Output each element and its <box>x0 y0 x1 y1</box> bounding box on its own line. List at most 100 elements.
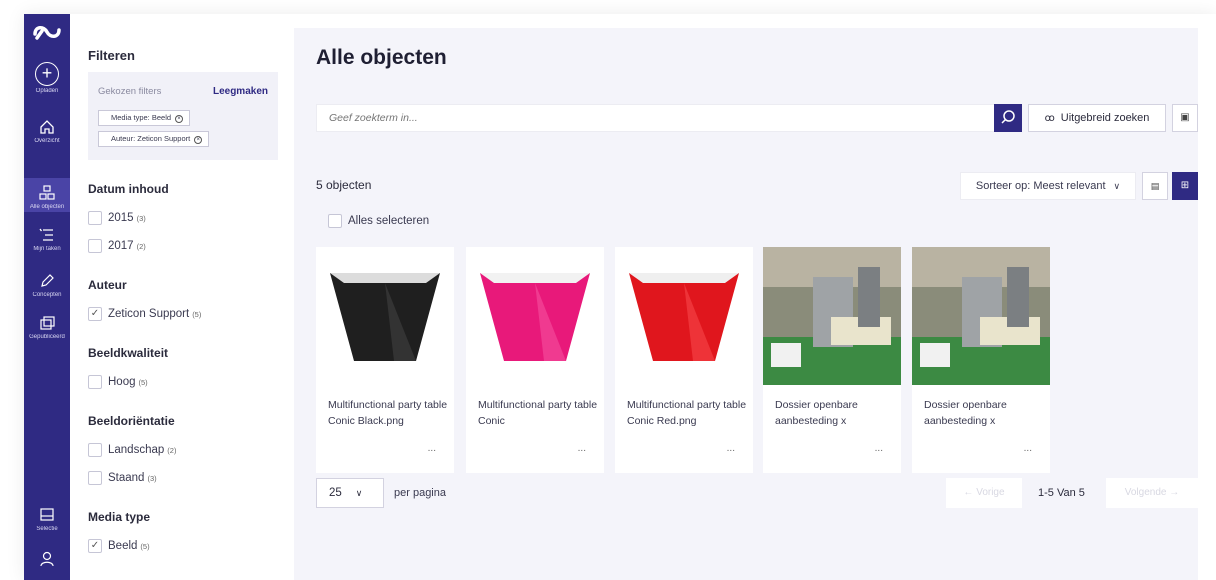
grid-view-icon: ⊞ <box>1180 180 1190 191</box>
checkbox[interactable] <box>88 211 102 225</box>
object-name[interactable]: Dossier openbare aanbesteding x <box>924 397 1044 429</box>
filter-section-title: Media type <box>88 510 151 524</box>
filter-section-title: Auteur <box>88 278 127 292</box>
clear-filters-link[interactable]: Leegmaken <box>213 86 268 97</box>
filter-section-title: Datum inhoud <box>88 182 169 196</box>
object-card[interactable]: Dossier openbare aanbesteding x ... <box>763 247 901 473</box>
list-view-icon: ▤ <box>1150 181 1160 191</box>
object-thumbnail[interactable] <box>763 247 901 385</box>
sort-dropdown[interactable]: Sorteer op: Meest relevant ∨ <box>960 172 1136 200</box>
object-card[interactable]: Dossier openbare aanbesteding x ... <box>912 247 1050 473</box>
chevron-down-icon: ∨ <box>1113 180 1121 191</box>
object-thumbnail[interactable] <box>316 247 454 385</box>
rail-published[interactable]: Gepubliceerd <box>24 314 70 348</box>
per-page-value: 25 <box>329 487 342 499</box>
binoculars-icon: ꝏ <box>1044 112 1055 124</box>
rail-selection[interactable]: Selectie <box>24 506 70 540</box>
result-count: 5 objecten <box>316 178 372 192</box>
rail-label: Opladen <box>35 88 59 94</box>
search-button[interactable] <box>994 104 1022 132</box>
more-options-icon[interactable]: ... <box>727 443 735 454</box>
object-thumbnail[interactable] <box>912 247 1050 385</box>
checkbox-checked[interactable]: ✓ <box>88 307 102 321</box>
filter-section-title: Beeldkwaliteit <box>88 346 169 360</box>
chosen-filters-label: Gekozen filters <box>98 86 162 97</box>
rail-my-tasks[interactable]: Mijn taken <box>24 226 70 260</box>
rail-label: Gepubliceerd <box>29 334 65 340</box>
user-icon <box>40 551 54 567</box>
nav-rail: + Opladen Overzicht Alle objecten Mijn t… <box>24 14 70 580</box>
filter-section-title: Beeldoriëntatie <box>88 414 175 428</box>
rail-upload[interactable]: + Opladen <box>24 62 70 104</box>
logo-icon <box>33 26 61 40</box>
selection-icon <box>40 508 54 521</box>
checkbox[interactable] <box>328 214 342 228</box>
filter-chip[interactable]: Media type: Beeld × <box>98 110 191 126</box>
per-page-label: per pagina <box>394 487 446 499</box>
next-page-button[interactable]: Volgende → <box>1106 478 1198 508</box>
page-range: 1-5 Van 5 <box>1038 487 1085 499</box>
search-icon <box>1001 110 1015 124</box>
checkbox[interactable] <box>88 239 102 253</box>
rail-label: Overzicht <box>34 138 60 144</box>
more-options-icon[interactable]: ... <box>1024 443 1032 454</box>
grid-view-button[interactable]: ⊞ <box>1172 172 1198 200</box>
option-count: (5) <box>138 377 148 387</box>
rail-user[interactable] <box>24 550 70 574</box>
more-options-icon[interactable]: ... <box>578 443 586 454</box>
home-icon <box>40 120 54 134</box>
per-page-select[interactable]: 25 ∨ <box>316 478 384 508</box>
object-name[interactable]: Dossier openbare aanbesteding x <box>775 397 895 429</box>
filter-option[interactable]: Hoog (5) <box>88 374 148 390</box>
filter-option[interactable]: ✓ Zeticon Support (5) <box>88 306 201 322</box>
object-card[interactable]: Multifunctional party table Conic Black.… <box>316 247 454 473</box>
previous-page-button[interactable]: ← Vorige <box>946 478 1022 508</box>
option-count: (5) <box>192 309 202 319</box>
rail-label: Selectie <box>36 526 58 532</box>
checkbox[interactable] <box>88 443 102 457</box>
object-name[interactable]: Multifunctional party table Conic <box>478 397 598 429</box>
rail-concepts[interactable]: Concepten <box>24 272 70 306</box>
rail-label: Concepten <box>32 292 62 298</box>
object-name[interactable]: Multifunctional party table Conic Red.pn… <box>627 397 747 429</box>
filter-panel: Filteren Gekozen filters Leegmaken Media… <box>70 14 338 580</box>
save-search-button[interactable]: ▣ <box>1172 104 1198 132</box>
option-count: (2) <box>136 241 146 251</box>
option-label: 2015 <box>108 212 134 224</box>
rail-all-objects[interactable]: Alle objecten <box>24 178 70 212</box>
option-label: Landschap <box>108 444 165 456</box>
option-label: 2017 <box>108 240 134 252</box>
select-all-label: Alles selecteren <box>348 215 430 227</box>
list-view-button[interactable]: ▤ <box>1142 172 1168 200</box>
object-thumbnail[interactable] <box>466 247 604 385</box>
filter-chip[interactable]: Auteur: Zeticon Support × <box>98 131 210 147</box>
published-icon <box>40 316 55 330</box>
more-options-icon[interactable]: ... <box>875 443 883 454</box>
object-thumbnail[interactable] <box>615 247 753 385</box>
filter-option[interactable]: 2017 (2) <box>88 238 146 254</box>
filter-option[interactable]: Landschap (2) <box>88 442 176 458</box>
remove-chip-icon[interactable]: × <box>194 136 203 144</box>
advanced-search-button[interactable]: ꝏ Uitgebreid zoeken <box>1028 104 1166 132</box>
more-options-icon[interactable]: ... <box>428 443 436 454</box>
main-content: Alle objecten ꝏ Uitgebreid zoeken ▣ 5 ob… <box>294 28 1198 580</box>
save-icon: ▣ <box>1180 112 1190 123</box>
object-name[interactable]: Multifunctional party table Conic Black.… <box>328 397 448 429</box>
object-card[interactable]: Multifunctional party table Conic ... <box>466 247 604 473</box>
pencil-icon <box>41 274 54 287</box>
checkbox-checked[interactable]: ✓ <box>88 539 102 553</box>
rail-overview[interactable]: Overzicht <box>24 118 70 152</box>
filter-option[interactable]: 2015 (3) <box>88 210 146 226</box>
option-count: (2) <box>167 445 177 455</box>
option-label: Staand <box>108 472 145 484</box>
remove-chip-icon[interactable]: × <box>175 115 184 123</box>
option-count: (3) <box>147 473 157 483</box>
filter-option[interactable]: Staand (3) <box>88 470 157 486</box>
checkbox[interactable] <box>88 471 102 485</box>
select-all[interactable]: Alles selecteren <box>328 214 429 228</box>
object-card[interactable]: Multifunctional party table Conic Red.pn… <box>615 247 753 473</box>
checkbox[interactable] <box>88 375 102 389</box>
filter-option[interactable]: ✓ Beeld (5) <box>88 538 150 554</box>
search-input[interactable] <box>317 105 977 131</box>
plus-circle-icon: + <box>35 62 59 86</box>
